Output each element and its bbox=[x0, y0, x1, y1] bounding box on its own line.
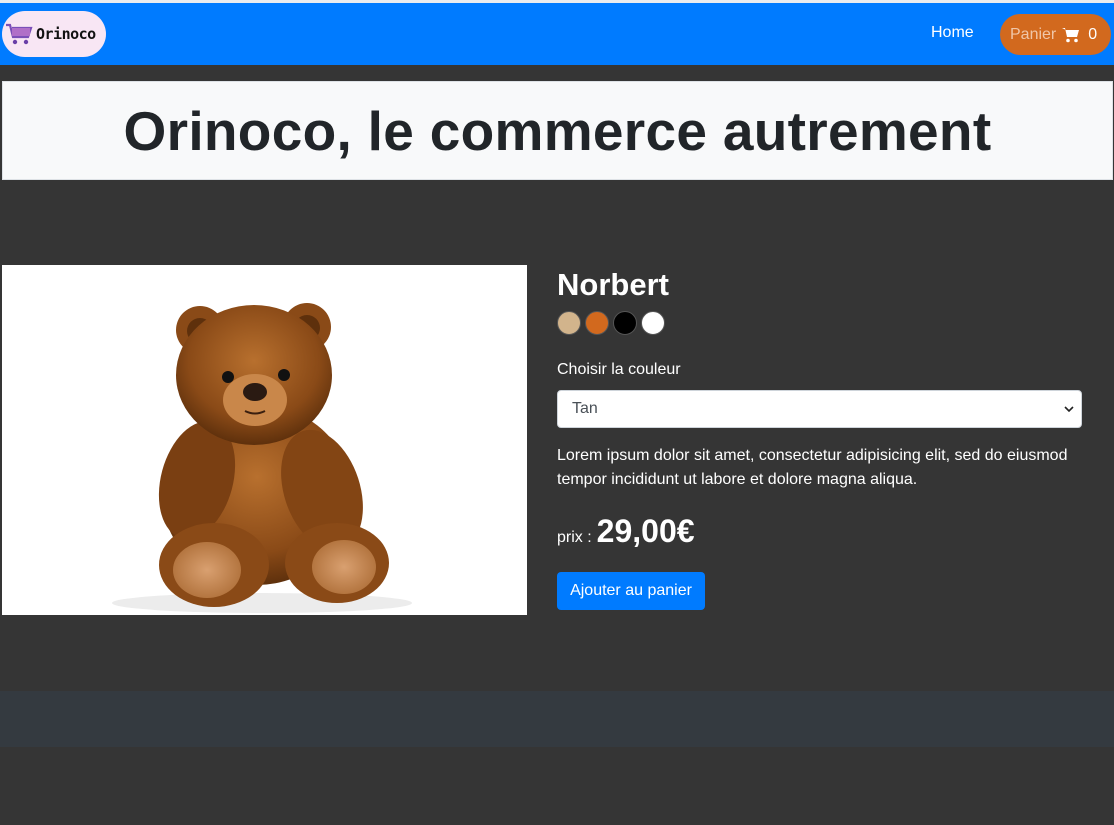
add-to-cart-button[interactable]: Ajouter au panier bbox=[557, 572, 705, 610]
product-description: Lorem ipsum dolor sit amet, consectetur … bbox=[557, 447, 1068, 488]
logo-text: Orinoco bbox=[36, 25, 96, 43]
footer bbox=[0, 691, 1114, 747]
logo[interactable]: Orinoco bbox=[2, 11, 106, 57]
product-name: Norbert bbox=[557, 267, 669, 302]
cart-button[interactable]: Panier 0 bbox=[1000, 14, 1111, 55]
teddy-bear-image bbox=[112, 303, 412, 613]
color-select-value: Tan bbox=[572, 400, 598, 417]
hero-banner: Orinoco, le commerce autrement bbox=[2, 81, 1113, 180]
cart-icon bbox=[1062, 27, 1080, 42]
color-swatch-black[interactable] bbox=[613, 311, 637, 335]
shopping-cart-logo-icon bbox=[6, 23, 33, 45]
product-image bbox=[2, 265, 527, 615]
color-swatches bbox=[557, 311, 665, 335]
cart-label: Panier bbox=[1010, 25, 1057, 43]
color-select[interactable]: Tan bbox=[557, 390, 1082, 428]
color-swatch-white[interactable] bbox=[641, 311, 665, 335]
chevron-down-icon bbox=[1064, 406, 1074, 413]
color-select-label: Choisir la couleur bbox=[557, 361, 681, 378]
cart-count: 0 bbox=[1088, 25, 1098, 43]
price-row: prix : 29,00€ bbox=[557, 513, 695, 550]
hero-title: Orinoco, le commerce autrement bbox=[123, 99, 992, 162]
color-swatch-tan[interactable] bbox=[557, 311, 581, 335]
nav-link-home[interactable]: Home bbox=[931, 24, 974, 42]
price-value: 29,00€ bbox=[596, 513, 695, 549]
price-label: prix : bbox=[557, 529, 592, 546]
color-swatch-chocolate[interactable] bbox=[585, 311, 609, 335]
navbar: Orinoco Home Panier 0 bbox=[0, 3, 1114, 65]
